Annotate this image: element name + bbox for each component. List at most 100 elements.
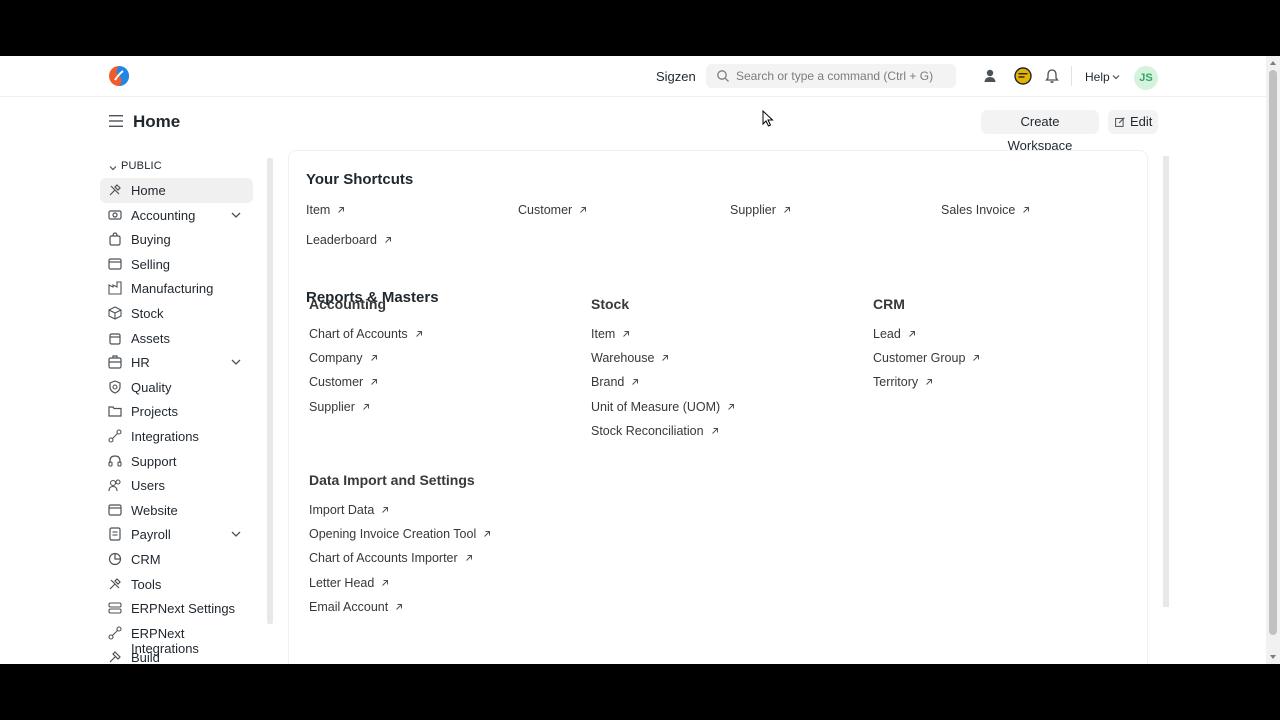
sidebar-item-support[interactable]: Support [100,449,253,474]
scroll-up-icon[interactable] [1269,59,1277,67]
sidebar-item-selling[interactable]: Selling [100,252,253,277]
link-warehouse[interactable]: Warehouse [591,351,669,365]
link-import-data[interactable]: Import Data [309,503,389,517]
page-title: Home [133,112,181,131]
shortcut-label: Supplier [730,203,776,217]
navbar-divider [1071,66,1072,86]
sidebar-item-tools[interactable]: Tools [100,572,253,597]
sidebar-item-buying[interactable]: Buying [100,227,253,252]
assets-icon [109,332,121,345]
box-icon [108,306,122,320]
link-label: Import Data [309,503,375,517]
chevron-down-icon[interactable] [231,358,241,366]
sidebar-item-crm[interactable]: CRM [100,547,253,572]
sidebar-item-label: Website [131,502,178,518]
link-supplier[interactable]: Supplier [309,400,370,414]
letterbox-bottom [0,664,1280,720]
sidebar-item-users[interactable]: Users [100,473,253,498]
link-company[interactable]: Company [309,351,378,365]
arrow-up-right-icon [465,555,472,562]
shortcut-customer[interactable]: Customer [518,203,587,217]
scroll-down-icon[interactable] [1269,653,1277,661]
link-customer-group[interactable]: Customer Group [873,351,980,365]
link-label: Customer Group [873,351,966,366]
search-input[interactable] [736,64,951,88]
page-scrollbar[interactable] [1266,56,1280,664]
sidebar-item-label: CRM [131,551,161,567]
link-email-account[interactable]: Email Account [309,600,403,614]
sidebar-item-integrations[interactable]: Integrations [100,424,253,449]
chevron-down-icon[interactable] [109,164,117,172]
sidebar-item-erpnext-integrations[interactable]: ERPNext Integrations [100,621,253,656]
sidebar-item-stock[interactable]: Stock [100,301,253,326]
sidebar-section-label[interactable]: PUBLIC [121,160,162,172]
sidebar-item-label: Manufacturing [131,281,214,297]
chat-icon[interactable] [1013,66,1033,86]
sidebar-item-hr[interactable]: HR [100,350,253,375]
shortcut-leaderboard[interactable]: Leaderboard [306,233,392,247]
sidebar-item-website[interactable]: Website [100,498,253,523]
chevron-down-icon[interactable] [231,211,241,219]
arrow-up-right-icon [1023,207,1030,213]
company-name[interactable]: Sigzen [656,69,696,84]
link-lead[interactable]: Lead [873,327,916,341]
link-customer[interactable]: Customer [309,375,378,389]
sidebar-scrollbar[interactable] [267,158,273,624]
link-label: Customer [309,375,364,390]
link-label: Item [591,327,616,341]
link-item[interactable]: Item [591,327,630,341]
create-workspace-button[interactable]: Create Workspace [981,110,1099,153]
shortcut-item[interactable]: Item [306,203,345,217]
avatar[interactable]: JS [1134,66,1158,90]
workspace-scrollbar[interactable] [1163,156,1169,607]
awesomebar[interactable] [706,64,956,88]
arrow-up-right-icon [973,355,980,362]
mouse-cursor-icon [762,110,774,127]
card-title-crm: CRM [873,296,905,312]
sidebar-item-label: HR [131,355,150,371]
link-stock-reconciliation[interactable]: Stock Reconciliation [591,424,719,438]
link-opening-invoice-creation-tool[interactable]: Opening Invoice Creation Tool [309,527,491,541]
arrow-up-right-icon [382,579,389,586]
sidebar-item-label: Assets [131,330,171,346]
logo-icon[interactable] [108,65,130,87]
link-brand[interactable]: Brand [591,375,639,389]
shortcut-label: Customer [518,203,573,217]
sidebar-item-label: Tools [131,576,162,592]
link-chart-of-accounts[interactable]: Chart of Accounts [309,327,423,341]
link-label: Unit of Measure (UOM) [591,399,721,414]
link-label: Letter Head [309,575,375,590]
sidebar-item-home[interactable]: Home [100,178,253,203]
link-label: Chart of Accounts [309,327,408,341]
link-territory[interactable]: Territory [873,375,933,389]
hamburger-icon[interactable] [109,115,123,127]
user-icon[interactable] [982,68,998,84]
tools-icon [109,184,121,196]
bell-icon[interactable] [1044,68,1060,84]
shortcut-sales-invoice[interactable]: Sales Invoice [941,203,1030,217]
help-menu[interactable]: Help [1085,70,1110,84]
sidebar-item-accounting[interactable]: Accounting [100,203,253,228]
chevron-down-icon[interactable] [1112,73,1120,81]
sidebar-item-quality[interactable]: Quality [100,375,253,400]
shortcut-supplier[interactable]: Supplier [730,203,791,217]
chevron-down-icon[interactable] [231,530,241,538]
sidebar-item-build[interactable]: Build [100,645,253,664]
sidebar-item-manufacturing[interactable]: Manufacturing [100,276,253,301]
sidebar-item-payroll[interactable]: Payroll [100,522,253,547]
sidebar-item-assets[interactable]: Assets [100,326,253,351]
sidebar-item-projects[interactable]: Projects [100,399,253,424]
link-chart-of-accounts-importer[interactable]: Chart of Accounts Importer [309,551,473,565]
arrow-up-right-icon [385,237,391,243]
sidebar-item-erpnext-settings[interactable]: ERPNext Settings [100,596,253,621]
link-unit-of-measure-uom-[interactable]: Unit of Measure (UOM) [591,400,735,414]
sidebar-item-label: Payroll [131,527,171,543]
scrollbar-thumb[interactable] [1269,70,1277,635]
edit-button[interactable]: Edit [1108,110,1158,134]
card-title-data-import-and-settings: Data Import and Settings [309,472,475,488]
sidebar-item-label: Home [131,183,166,198]
arrow-up-right-icon [632,379,639,386]
link-letter-head[interactable]: Letter Head [309,576,389,590]
shortcut-label: Sales Invoice [941,203,1016,217]
buying-icon [109,232,121,246]
